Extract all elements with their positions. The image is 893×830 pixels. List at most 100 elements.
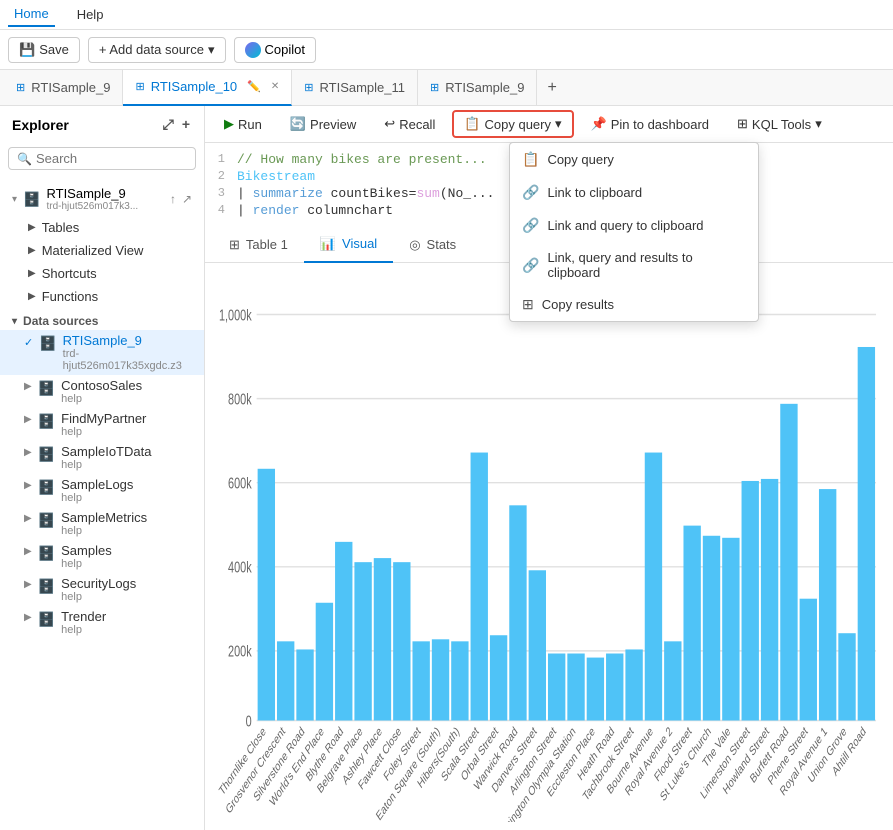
chevron-down-icon-kql: ▾ (815, 116, 822, 132)
open-new-icon[interactable]: ↗ (182, 192, 192, 206)
ds-info-5: Samples help (61, 543, 112, 570)
bar-27[interactable] (780, 404, 797, 721)
tab-rtisample11[interactable]: ⊞ RTISample_11 (292, 70, 418, 106)
bar-16[interactable] (567, 654, 584, 721)
bar-26[interactable] (761, 479, 778, 721)
tab-close-button[interactable]: ✕ (271, 81, 279, 92)
sidebar-item-materialized-view[interactable]: ▶ Materialized View (0, 239, 204, 262)
bar-18[interactable] (606, 654, 623, 721)
menu-bar: Home Help (0, 0, 893, 30)
menu-help[interactable]: Help (71, 3, 110, 26)
db-icon: 🗄️ (23, 191, 40, 208)
explorer-db-item[interactable]: ▾ 🗄️ RTISample_9 trd-hjut526m017k3... ↑ … (0, 182, 204, 216)
data-source-item-7[interactable]: ▶ 🗄️ Trender help (0, 606, 204, 639)
bar-21[interactable] (664, 641, 681, 720)
bar-24[interactable] (722, 538, 739, 721)
pin-dashboard-button[interactable]: 📌 Pin to dashboard (580, 111, 720, 137)
result-tab-visual[interactable]: 📊 Visual (304, 227, 393, 263)
search-input[interactable] (36, 151, 187, 166)
link-query-icon: 🔗 (522, 217, 539, 234)
result-tab-stats[interactable]: ◎ Stats (393, 227, 472, 263)
bar-1[interactable] (277, 641, 294, 720)
sidebar-item-shortcuts[interactable]: ▶ Shortcuts (0, 262, 204, 285)
data-sources-header: ▾ Data sources (0, 308, 204, 330)
expand-icon[interactable]: ⤢ (161, 114, 176, 135)
bar-4[interactable] (335, 542, 352, 721)
db-icon-active: 🗄️ (39, 335, 56, 352)
bar-13[interactable] (509, 505, 526, 720)
bar-10[interactable] (451, 641, 468, 720)
recall-button[interactable]: ↩ Recall (373, 111, 446, 137)
dropdown-copy-query[interactable]: 📋 Copy query (510, 143, 758, 176)
preview-button[interactable]: 🔄 Preview (279, 111, 367, 137)
bar-15[interactable] (548, 654, 565, 721)
bar-28[interactable] (800, 599, 817, 721)
search-box[interactable]: 🔍 (8, 147, 196, 170)
data-source-item-6[interactable]: ▶ 🗄️ SecurityLogs help (0, 573, 204, 606)
bar-3[interactable] (316, 603, 333, 721)
edit-icon[interactable]: ✏️ (247, 80, 261, 93)
result-tab-table[interactable]: ⊞ Table 1 (213, 227, 304, 263)
chevron-right-icon-sc: ▶ (28, 268, 36, 279)
main-content: ▶ Run 🔄 Preview ↩ Recall 📋 Copy query ▾ … (205, 106, 893, 830)
chevron-right-icon-mv: ▶ (28, 245, 36, 256)
bar-19[interactable] (625, 649, 642, 720)
bar-7[interactable] (393, 562, 410, 720)
bar-22[interactable] (683, 526, 700, 721)
bar-8[interactable] (412, 641, 429, 720)
bar-5[interactable] (354, 562, 371, 720)
save-button[interactable]: 💾 Save (8, 37, 80, 63)
bar-14[interactable] (529, 570, 546, 720)
bar-17[interactable] (587, 658, 604, 721)
bar-25[interactable] (742, 481, 759, 721)
sidebar-item-tables[interactable]: ▶ Tables (0, 216, 204, 239)
bar-2[interactable] (296, 649, 313, 720)
bar-23[interactable] (703, 536, 720, 721)
bar-20[interactable] (645, 453, 662, 721)
add-icon[interactable]: + (180, 114, 192, 135)
bar-9[interactable] (432, 639, 449, 720)
tab-rtisample9-2[interactable]: ⊞ RTISample_9 (418, 70, 537, 106)
tab-icon-2: ⊞ (135, 80, 144, 93)
data-source-item-4[interactable]: ▶ 🗄️ SampleMetrics help (0, 507, 204, 540)
svg-text:800k: 800k (228, 390, 252, 408)
copilot-button[interactable]: Copilot (234, 37, 316, 63)
run-button[interactable]: ▶ Run (213, 111, 273, 137)
kql-tools-button[interactable]: ⊞ KQL Tools ▾ (726, 111, 833, 137)
dropdown-link-clipboard[interactable]: 🔗 Link to clipboard (510, 176, 758, 209)
bar-30[interactable] (838, 633, 855, 720)
menu-home[interactable]: Home (8, 2, 55, 27)
chart-area: 0 200k 400k 600k 800k 1,000k Thornlike C… (205, 263, 893, 830)
chevron-right-ds-3: ▶ (24, 480, 32, 491)
bar-31[interactable] (858, 347, 875, 721)
dropdown-link-query-clipboard[interactable]: 🔗 Link and query to clipboard (510, 209, 758, 242)
copy-query-button[interactable]: 📋 Copy query ▾ (452, 110, 573, 138)
chevron-down-icon: ▾ (208, 42, 215, 58)
bar-29[interactable] (819, 489, 836, 720)
copy-icon: 📋 (522, 151, 539, 168)
data-source-item-3[interactable]: ▶ 🗄️ SampleLogs help (0, 474, 204, 507)
chevron-right-ds-1: ▶ (24, 414, 32, 425)
bar-11[interactable] (471, 453, 488, 721)
bar-0[interactable] (258, 469, 275, 721)
sidebar-item-functions[interactable]: ▶ Functions (0, 285, 204, 308)
move-up-icon[interactable]: ↑ (170, 192, 176, 206)
data-source-item-5[interactable]: ▶ 🗄️ Samples help (0, 540, 204, 573)
data-source-item-2[interactable]: ▶ 🗄️ SampleIoTData help (0, 441, 204, 474)
data-source-item-1[interactable]: ▶ 🗄️ FindMyPartner help (0, 408, 204, 441)
dropdown-copy-results[interactable]: ⊞ Copy results (510, 288, 758, 321)
db-sub: trd-hjut526m017k3... (46, 201, 138, 212)
preview-icon: 🔄 (290, 116, 306, 132)
tab-rtisample9-1[interactable]: ⊞ RTISample_9 (4, 70, 123, 106)
dropdown-link-query-results[interactable]: 🔗 Link, query and results to clipboard (510, 242, 758, 288)
tab-rtisample10[interactable]: ⊞ RTISample_10 ✏️ ✕ (123, 70, 292, 106)
data-source-item-0[interactable]: ▶ 🗄️ ContosoSales help (0, 375, 204, 408)
copy-query-icon: 📋 (464, 116, 480, 132)
data-source-active[interactable]: ✓ 🗄️ RTISample_9 trd-hjut526m017k35xgdc.… (0, 330, 204, 375)
bar-6[interactable] (374, 558, 391, 720)
add-data-source-button[interactable]: + Add data source ▾ (88, 37, 226, 63)
bar-12[interactable] (490, 635, 507, 720)
add-tab-button[interactable]: + (537, 79, 566, 97)
ds-icon-3: 🗄️ (38, 479, 55, 496)
chevron-down-icon-cq: ▾ (555, 116, 562, 132)
